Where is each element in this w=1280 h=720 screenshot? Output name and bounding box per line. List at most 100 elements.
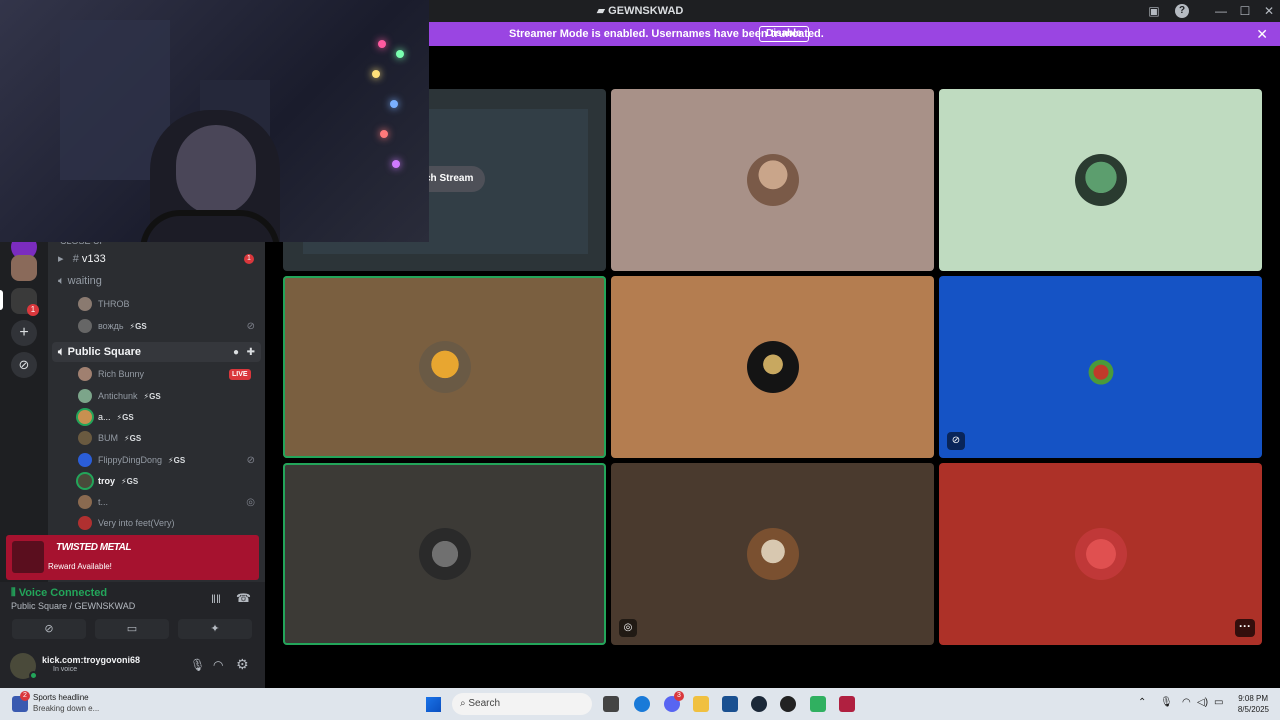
app-icon[interactable]	[810, 696, 826, 712]
add-server-icon[interactable]: +	[11, 320, 37, 346]
app-icon[interactable]	[839, 696, 855, 712]
chat-icon[interactable]: ●	[233, 347, 239, 358]
settings-gear-icon[interactable]: ⚙	[236, 656, 249, 673]
share-screen-button[interactable]: ▭	[95, 619, 169, 639]
windows-start-icon[interactable]	[426, 697, 441, 712]
voice-user[interactable]: t...	[78, 493, 108, 511]
participant-tile[interactable]	[611, 89, 934, 271]
live-badge: LIVE	[229, 369, 251, 380]
invite-icon[interactable]: ✚	[247, 347, 255, 358]
voice-user[interactable]: Very into feet(Very)	[78, 514, 175, 532]
avatar	[1074, 154, 1127, 206]
app-icon[interactable]	[780, 696, 796, 712]
avatar	[78, 319, 92, 333]
voice-user[interactable]: FlippyDingDong ⚡GS	[78, 451, 185, 469]
avatar	[78, 495, 92, 509]
avatar	[78, 389, 92, 403]
steam-icon[interactable]	[751, 696, 767, 712]
more-options-icon[interactable]: ···	[1235, 619, 1255, 637]
muted-icon: ⊘	[246, 321, 255, 332]
avatar	[78, 453, 92, 467]
participant-tile[interactable]	[611, 276, 934, 458]
avatar	[746, 154, 799, 206]
clock-time[interactable]: 9:08 PM	[1236, 694, 1268, 703]
minimize-button[interactable]: —	[1213, 3, 1229, 19]
maximize-button[interactable]: ☐	[1237, 3, 1253, 19]
close-banner-icon[interactable]: ✕	[1256, 26, 1268, 43]
voice-location[interactable]: Public Square / GEWNSKWAD	[11, 601, 135, 611]
camera-off-button[interactable]: ⊘	[12, 619, 86, 639]
participant-tile-speaking[interactable]	[283, 463, 606, 645]
microphone-icon[interactable]: 🎙︎	[1160, 697, 1173, 708]
hash-icon: #	[72, 253, 79, 265]
voice-user[interactable]: troy ⚡GS	[78, 472, 138, 490]
voice-user[interactable]: Rich Bunny	[78, 365, 144, 383]
task-view-icon[interactable]	[603, 696, 619, 712]
wifi-icon[interactable]: ◠	[1182, 697, 1191, 708]
mention-badge: 1	[244, 254, 254, 264]
participant-tile-speaking[interactable]	[283, 276, 606, 458]
activities-button[interactable]: ✦	[178, 619, 252, 639]
voice-user[interactable]: THROB	[78, 295, 130, 313]
server-icon[interactable]	[11, 255, 37, 281]
store-icon[interactable]	[722, 696, 738, 712]
close-window-button[interactable]: ✕	[1261, 3, 1277, 19]
noise-suppression-icon[interactable]: ‖‖	[211, 592, 221, 606]
voice-user[interactable]: вождь ⚡GS	[78, 317, 147, 335]
speaker-icon: 🔈︎	[58, 346, 68, 358]
voice-channel-public-square[interactable]: 🔈︎ Public Square	[58, 346, 141, 359]
disconnect-icon[interactable]: ☎	[236, 591, 251, 605]
avatar	[418, 528, 471, 580]
voice-user[interactable]: BUM ⚡GS	[78, 429, 141, 447]
screen-share-icon: ▭	[126, 623, 138, 635]
signal-icon: ⫴	[11, 587, 19, 599]
microphone-icon[interactable]: 🎙︎	[190, 658, 205, 672]
avatar	[1074, 528, 1127, 580]
news-badge: 2	[20, 691, 30, 701]
voice-status-panel: ⫴ Voice Connected Public Square / GEWNSK…	[0, 582, 265, 646]
battery-icon[interactable]: ▭	[1214, 697, 1223, 708]
headphones-icon[interactable]: ◠	[213, 658, 223, 672]
taskbar-search[interactable]: ⌕ Search	[452, 693, 592, 715]
voice-user[interactable]: a... ⚡GS	[78, 408, 134, 426]
gamepad-icon: ✦	[210, 623, 220, 635]
deafened-icon: ◎	[619, 619, 637, 637]
participant-tile[interactable]: ···	[939, 463, 1262, 645]
streamer-mode-banner: Streamer Mode is enabled. Usernames have…	[429, 22, 1280, 46]
voice-user[interactable]: Antichunk ⚡GS	[78, 387, 161, 405]
light	[378, 40, 386, 48]
volume-icon[interactable]: ◁)	[1197, 697, 1208, 708]
disable-button[interactable]: Disable	[759, 26, 809, 42]
avatar	[1074, 341, 1127, 393]
reward-title: TWISTED METAL	[56, 542, 131, 553]
reward-banner[interactable]: TWISTED METAL Reward Available!	[6, 535, 259, 580]
server-badge: 1	[27, 304, 39, 316]
file-explorer-icon[interactable]	[693, 696, 709, 712]
edge-icon[interactable]	[634, 696, 650, 712]
avatar	[418, 341, 471, 393]
screen-share-icon[interactable]: ▣	[1146, 3, 1162, 19]
clock-date[interactable]: 8/5/2025	[1233, 705, 1269, 714]
news-title[interactable]: Sports headline	[33, 693, 89, 702]
user-panel: kick.com:troygovoni68 In voice 🎙︎ ◠ ⚙	[0, 646, 265, 688]
discord-logo-icon: ▰	[596, 5, 609, 17]
reward-subtitle: Reward Available!	[48, 562, 112, 571]
avatar	[78, 431, 92, 445]
user-status: In voice	[53, 666, 78, 673]
avatar	[78, 297, 92, 311]
muted-icon: ⊘	[246, 455, 255, 466]
chevron-up-icon[interactable]: ⌃	[1138, 697, 1146, 708]
participant-tile[interactable]: ◎	[611, 463, 934, 645]
channel-v133[interactable]: ▸ # v133	[58, 252, 106, 265]
deafened-icon: ◎	[246, 497, 255, 508]
discover-icon[interactable]: ⊘	[11, 352, 37, 378]
camera-off-icon: ⊘	[44, 623, 54, 635]
participant-tile[interactable]	[939, 89, 1262, 271]
news-subtitle[interactable]: Breaking down e...	[33, 704, 99, 713]
help-icon[interactable]: ?	[1175, 4, 1189, 18]
avatar	[78, 367, 92, 381]
participant-tile[interactable]: ⊘	[939, 276, 1262, 458]
face	[176, 125, 256, 215]
voice-channel-waiting[interactable]: 🔈︎ waiting	[58, 275, 102, 288]
avatar	[78, 516, 92, 530]
